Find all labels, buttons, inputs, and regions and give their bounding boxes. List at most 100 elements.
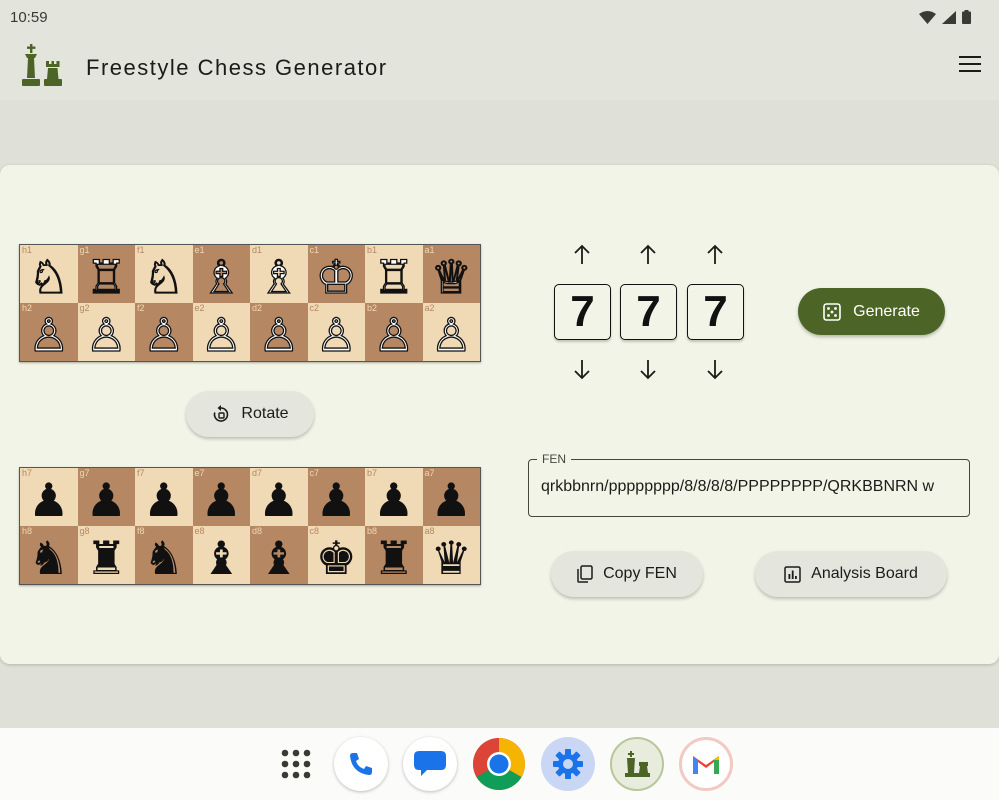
generate-label: Generate	[853, 302, 920, 320]
square-coordinate: e1	[194, 245, 205, 255]
square-coordinate: a7	[424, 468, 435, 478]
chess-piece-icon: ♟	[430, 473, 472, 526]
copy-fen-button[interactable]: Copy FEN	[551, 551, 703, 597]
board-square-e7: e7 ♟	[192, 468, 250, 526]
chess-piece-icon: ♟	[200, 473, 242, 526]
chess-piece-icon: ♝	[258, 531, 300, 584]
board-square-f8: f8 ♞	[135, 526, 193, 584]
position-digit-3[interactable]: 7	[687, 284, 744, 340]
digit-1-up-arrow-icon[interactable]	[572, 244, 592, 266]
square-coordinate: h7	[22, 468, 33, 478]
chess-piece-icon: ♜	[373, 531, 415, 584]
generate-button[interactable]: Generate	[798, 288, 945, 335]
chess-piece-icon: ♝	[200, 531, 242, 584]
digit-3-down-arrow-icon[interactable]	[705, 358, 725, 380]
dice-icon	[823, 302, 841, 321]
app-drawer-grid-icon	[281, 749, 311, 779]
messages-icon[interactable]	[403, 737, 457, 791]
board-square-d7: d7 ♟	[250, 468, 308, 526]
app-drawer-icon[interactable]	[269, 737, 323, 791]
square-coordinate: e7	[194, 468, 205, 478]
menu-icon-line	[959, 63, 981, 65]
board-square-e2: e2 ♙	[192, 303, 250, 361]
chart-icon	[784, 565, 801, 583]
board-square-a2: a2 ♙	[422, 303, 480, 361]
position-digit-1[interactable]: 7	[554, 284, 611, 340]
chess-piece-icon: ♟	[85, 473, 127, 526]
square-coordinate: b2	[367, 303, 378, 313]
chess-piece-icon: ♟	[258, 473, 300, 526]
chrome-icon[interactable]	[472, 737, 526, 791]
board-square-b8: b8 ♜	[365, 526, 423, 584]
rotate-label: Rotate	[241, 405, 289, 422]
menu-button[interactable]	[959, 56, 981, 74]
chess-piece-icon: ♞	[143, 531, 185, 584]
white-pieces-board: h1 ♘ g1 ♖ f1 ♘ e1 ♗ d1 ♗ c1 ♔ b1 ♖ a1 ♕ h2 ♙ g2 ♙ f2 ♙ e2 ♙ d2 ♙ c…	[19, 244, 481, 362]
board-square-g8: g8 ♜	[77, 526, 135, 584]
freestyle-chess-app-icon[interactable]	[610, 737, 664, 791]
board-square-a8: a8 ♛	[422, 526, 480, 584]
square-coordinate: d1	[252, 245, 263, 255]
analysis-board-button[interactable]: Analysis Board	[755, 551, 947, 597]
board-square-a7: a7 ♟	[422, 468, 480, 526]
board-square-h1: h1 ♘	[20, 245, 78, 303]
square-coordinate: c2	[309, 303, 320, 313]
board-square-b2: b2 ♙	[365, 303, 423, 361]
messages-bubble-icon	[414, 751, 446, 776]
signal-icon	[942, 10, 956, 24]
chess-piece-icon: ♘	[27, 250, 70, 303]
chess-piece-icon: ♖	[85, 250, 128, 303]
chess-piece-icon: ♙	[315, 308, 358, 361]
chess-piece-icon: ♖	[372, 250, 415, 303]
position-digit-2[interactable]: 7	[620, 284, 677, 340]
board-square-h8: h8 ♞	[20, 526, 78, 584]
square-coordinate: c1	[309, 245, 320, 255]
chess-piece-icon: ♙	[27, 308, 70, 361]
copy-fen-label: Copy FEN	[603, 565, 677, 582]
chess-piece-icon: ♟	[315, 473, 357, 526]
chess-piece-icon: ♟	[143, 473, 185, 526]
board-square-d1: d1 ♗	[250, 245, 308, 303]
digit-2-down-arrow-icon[interactable]	[638, 358, 658, 380]
board-square-g1: g1 ♖	[77, 245, 135, 303]
settings-gear-icon	[553, 749, 583, 779]
chess-piece-icon: ♟	[373, 473, 415, 526]
status-time: 10:59	[10, 9, 48, 26]
board-square-c7: c7 ♟	[307, 468, 365, 526]
chess-piece-icon: ♟	[28, 473, 70, 526]
settings-icon[interactable]	[541, 737, 595, 791]
status-icons	[919, 10, 971, 24]
square-coordinate: f8	[137, 526, 145, 536]
square-coordinate: h2	[22, 303, 33, 313]
chess-piece-icon: ♙	[372, 308, 415, 361]
board-square-b7: b7 ♟	[365, 468, 423, 526]
fen-value[interactable]: qrkbbnrn/pppppppp/8/8/8/8/PPPPPPPP/QRKBB…	[541, 478, 961, 496]
square-coordinate: a2	[424, 303, 435, 313]
digit-3-up-arrow-icon[interactable]	[705, 244, 725, 266]
app-bar: Freestyle Chess Generator	[0, 34, 999, 100]
board-square-d8: d8 ♝	[250, 526, 308, 584]
chess-piece-icon: ♔	[315, 250, 358, 303]
board-square-e8: e8 ♝	[192, 526, 250, 584]
gmail-logo-icon	[693, 756, 719, 774]
digit-2-up-arrow-icon[interactable]	[638, 244, 658, 266]
square-coordinate: g8	[79, 526, 90, 536]
board-square-c2: c2 ♙	[307, 303, 365, 361]
square-coordinate: d8	[252, 526, 263, 536]
gmail-icon[interactable]	[679, 737, 733, 791]
copy-icon	[577, 565, 593, 583]
rotate-icon	[214, 405, 229, 422]
digit-1-down-arrow-icon[interactable]	[572, 358, 592, 380]
board-square-f1: f1 ♘	[135, 245, 193, 303]
square-coordinate: d2	[252, 303, 263, 313]
square-coordinate: b8	[367, 526, 378, 536]
phone-icon[interactable]	[334, 737, 388, 791]
chess-piece-icon: ♜	[85, 531, 127, 584]
fen-label: FEN	[537, 452, 571, 466]
rotate-button[interactable]: Rotate	[186, 391, 314, 437]
square-coordinate: f2	[137, 303, 145, 313]
board-square-g7: g7 ♟	[77, 468, 135, 526]
chess-piece-icon: ♙	[142, 308, 185, 361]
menu-icon-line	[959, 70, 981, 72]
square-coordinate: g1	[79, 245, 90, 255]
